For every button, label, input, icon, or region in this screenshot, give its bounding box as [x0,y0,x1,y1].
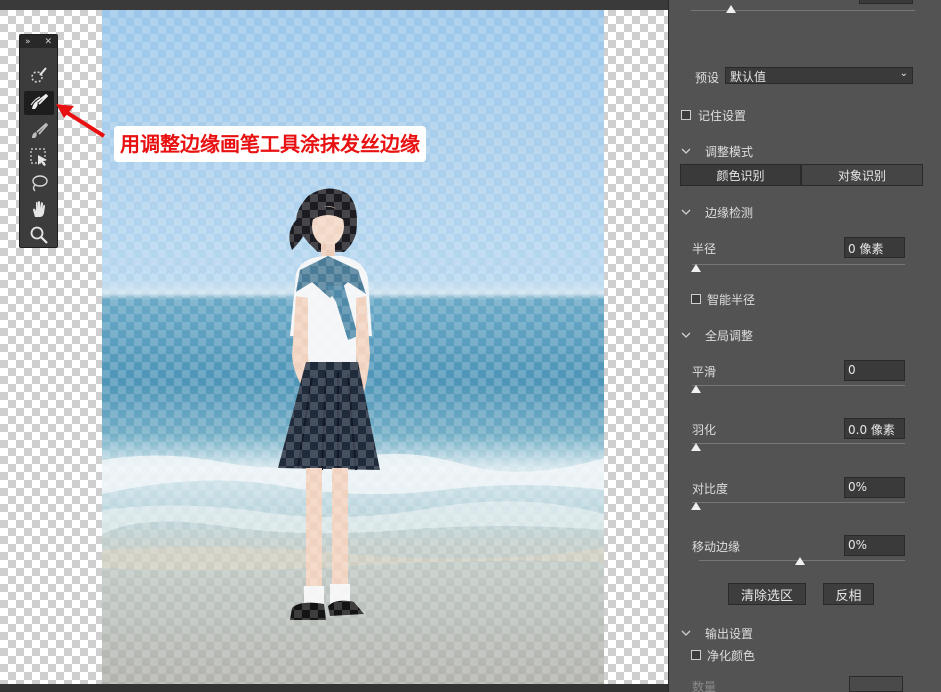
amount-label: 数量 [692,680,717,692]
view-slider-thumb[interactable] [726,5,736,13]
contrast-input[interactable]: 0% [844,477,905,498]
smooth-label: 平滑 [692,365,717,379]
global-refinements-title: 全局调整 [705,329,754,343]
shift-edge-label: 移动边缘 [692,540,741,554]
decontaminate-colors-label: 净化颜色 [707,649,756,663]
remember-settings-checkbox[interactable] [681,110,691,120]
hand-icon[interactable] [24,197,54,221]
palette-header[interactable]: » ✕ [20,35,57,48]
amount-input[interactable] [849,676,903,692]
smart-radius-checkbox[interactable] [691,294,701,304]
expand-icon[interactable]: » [25,37,31,47]
chevron-down-icon[interactable] [681,330,691,340]
feather-label: 羽化 [692,423,717,437]
contrast-label: 对比度 [692,482,729,496]
edge-detection-title: 边缘检测 [705,206,754,220]
feather-input[interactable]: 0.0 像素 [844,418,905,439]
annotation-arrow [56,104,106,138]
shift-edge-slider-thumb[interactable] [795,557,805,565]
feather-slider-thumb[interactable] [691,443,701,451]
preset-dropdown[interactable]: 默认值 ⌄ [725,67,913,84]
refine-edge-brush-icon[interactable] [24,91,54,115]
radius-slider-track[interactable] [692,264,905,265]
view-field[interactable] [859,0,913,4]
remember-settings-label: 记住设置 [698,109,747,123]
annotation-label: 用调整边缘画笔工具涂抹发丝边缘 [114,126,426,162]
contrast-slider-track[interactable] [692,502,905,503]
preset-value: 默认值 [730,70,767,84]
canvas-top-edge [0,0,668,10]
girl-figure [278,188,380,620]
radius-label: 半径 [692,242,717,256]
radius-input[interactable]: 0 像素 [844,237,905,258]
lasso-icon[interactable] [24,171,54,195]
contrast-slider-thumb[interactable] [691,502,701,510]
smart-radius-label: 智能半径 [707,293,756,307]
refine-edge-properties-panel: 预设 默认值 ⌄ 记住设置 调整模式 颜色识别 对象识别 边缘检测 半径 0 像… [668,0,941,692]
chevron-down-icon[interactable] [681,628,691,638]
smooth-input[interactable]: 0 [844,360,905,381]
close-icon[interactable]: ✕ [44,37,52,47]
preset-label: 预设 [695,71,720,85]
chevron-down-icon: ⌄ [899,68,908,79]
canvas-bottom-edge [0,684,668,692]
output-settings-title: 输出设置 [705,627,754,641]
photo-layer[interactable] [102,10,604,684]
decontaminate-colors-checkbox[interactable] [691,650,701,660]
chevron-down-icon[interactable] [681,207,691,217]
brush-icon[interactable] [24,119,54,143]
view-slider-track[interactable] [691,10,915,11]
zoom-icon[interactable] [24,223,54,247]
feather-slider-track[interactable] [692,443,905,444]
object-aware-mode-button[interactable]: 对象识别 [801,164,923,186]
invert-button[interactable]: 反相 [823,583,874,605]
clear-selection-button[interactable]: 清除选区 [728,583,806,605]
quick-selection-brush-icon[interactable] [24,63,54,87]
radius-slider-thumb[interactable] [691,264,701,272]
refine-mode-title: 调整模式 [705,145,754,159]
smooth-slider-thumb[interactable] [691,385,701,393]
shift-edge-input[interactable]: 0% [844,535,905,556]
chevron-down-icon[interactable] [681,146,691,156]
smooth-slider-track[interactable] [692,385,905,386]
object-selection-icon[interactable] [24,145,54,169]
color-aware-mode-button[interactable]: 颜色识别 [680,164,801,186]
